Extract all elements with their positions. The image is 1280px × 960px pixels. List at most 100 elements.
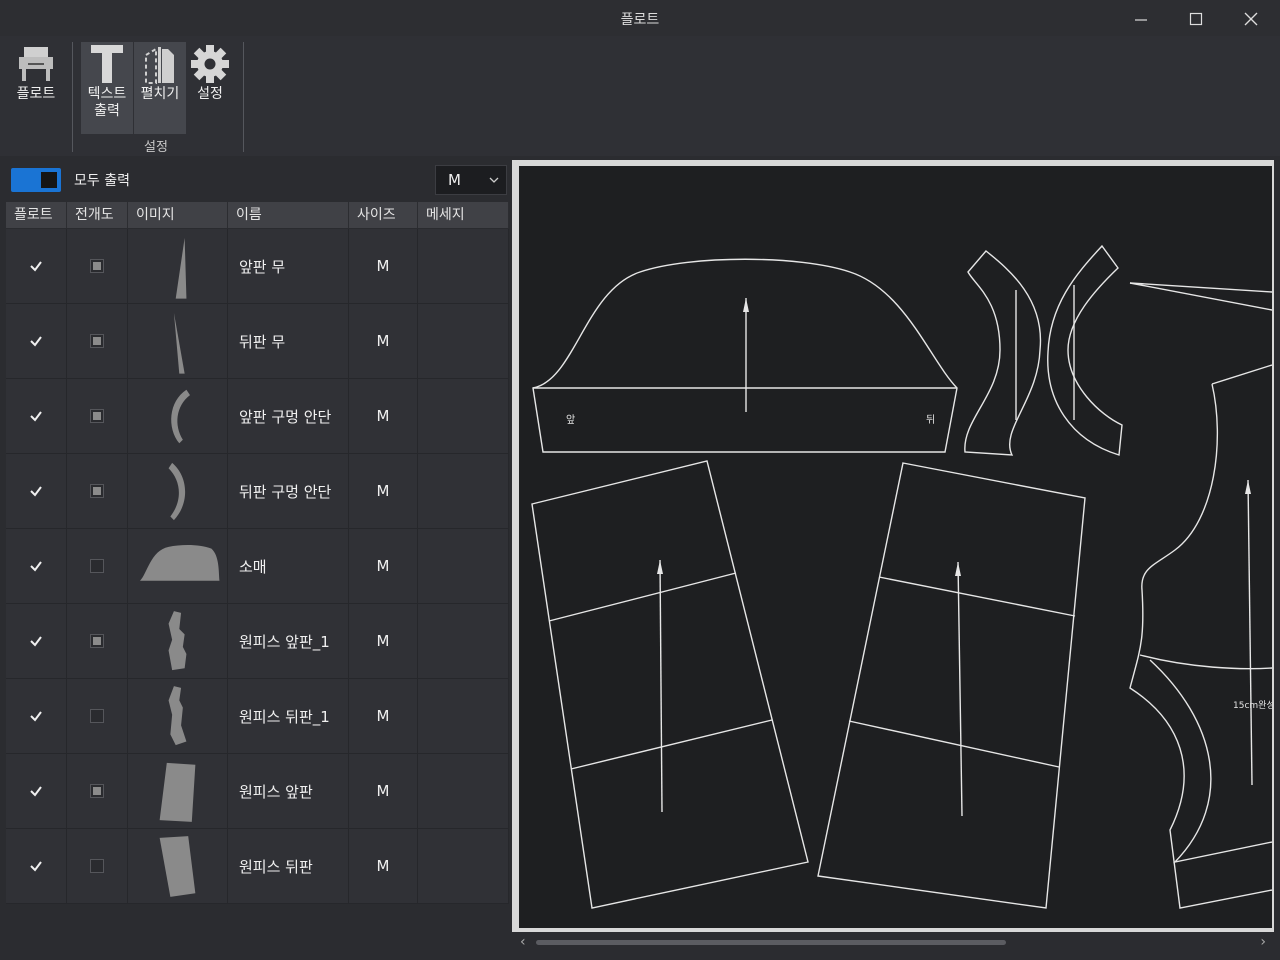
unfold-icon — [134, 42, 186, 86]
plot-checkbox[interactable] — [28, 558, 44, 574]
unfold-cell — [67, 829, 128, 903]
plot-checkbox[interactable] — [28, 633, 44, 649]
close-icon — [1244, 12, 1258, 26]
message-cell — [418, 304, 509, 378]
pattern-thumbnail — [175, 237, 187, 299]
thumbnail-cell — [128, 754, 228, 828]
header-plot[interactable]: 플로트 — [6, 202, 67, 228]
plot-checkbox[interactable] — [28, 333, 44, 349]
pattern-name: 뒤판 구멍 안단 — [228, 454, 349, 528]
plot-checkbox[interactable] — [28, 858, 44, 874]
unfold-cell — [67, 379, 128, 453]
header-name[interactable]: 이름 — [228, 202, 349, 228]
plot-cell — [6, 454, 67, 528]
table-body: 앞판 무 M 뒤판 무 M 앞판 구멍 안단 M 뒤판 구멍 안단 M 소매 M 원피스 앞판_1 M… — [6, 229, 509, 904]
minimize-button[interactable] — [1121, 6, 1161, 32]
plot-button[interactable]: 플로트 — [8, 42, 64, 126]
plot-cell — [6, 379, 67, 453]
unfold-checkbox[interactable] — [90, 634, 104, 648]
header-size[interactable]: 사이즈 — [349, 202, 418, 228]
unfold-checkbox[interactable] — [90, 334, 104, 348]
scroll-left-icon[interactable]: ‹ — [520, 934, 526, 950]
table-row[interactable]: 원피스 뒤판 M — [6, 829, 509, 904]
header-message[interactable]: 메세지 — [418, 202, 509, 228]
plot-canvas[interactable]: 앞 뒤 15cm완성 — [519, 166, 1272, 928]
measure-label: 15cm완성 — [1233, 700, 1272, 711]
plot-checkbox[interactable] — [28, 483, 44, 499]
text-icon — [81, 42, 133, 86]
minimize-icon — [1135, 19, 1147, 21]
plot-cell — [6, 229, 67, 303]
unfold-checkbox[interactable] — [90, 709, 104, 723]
unfold-checkbox[interactable] — [90, 409, 104, 423]
window-title: 플로트 — [620, 12, 660, 28]
scrollbar-thumb[interactable] — [536, 940, 1006, 945]
plotter-icon — [8, 42, 64, 86]
ribbon-toolbar: 플로트 텍스트 출력 펼치기 설정 설정 — [0, 36, 1280, 156]
unfold-checkbox[interactable] — [90, 484, 104, 498]
plot-checkbox[interactable] — [28, 258, 44, 274]
plot-checkbox[interactable] — [28, 708, 44, 724]
dress-front-piece — [531, 460, 809, 909]
table-row[interactable]: 원피스 뒤판_1 M — [6, 679, 509, 754]
table-row[interactable]: 원피스 앞판 M — [6, 754, 509, 829]
plot-cell — [6, 679, 67, 753]
print-all-toggle[interactable] — [11, 168, 61, 192]
pattern-table: 플로트 전개도 이미지 이름 사이즈 메세지 앞판 무 M 뒤판 무 M 앞판 구멍 안… — [6, 202, 509, 904]
pattern-name: 원피스 뒤판_1 — [228, 679, 349, 753]
message-cell — [418, 604, 509, 678]
unfold-checkbox[interactable] — [90, 859, 104, 873]
maximize-button[interactable] — [1176, 6, 1216, 32]
header-image[interactable]: 이미지 — [128, 202, 228, 228]
horizontal-scrollbar[interactable]: ‹ › — [512, 932, 1274, 954]
table-row[interactable]: 뒤판 구멍 안단 M — [6, 454, 509, 529]
pattern-layout: 앞 뒤 15cm완성 — [531, 244, 1272, 909]
message-cell — [418, 829, 509, 903]
pattern-size: M — [349, 829, 418, 903]
header-unfold[interactable]: 전개도 — [67, 202, 128, 228]
unfold-button-label: 펼치기 — [140, 86, 180, 102]
pattern-size: M — [349, 379, 418, 453]
unfold-cell — [67, 604, 128, 678]
unfold-checkbox[interactable] — [90, 259, 104, 273]
table-row[interactable]: 원피스 앞판_1 M — [6, 604, 509, 679]
chevron-down-icon — [488, 166, 500, 203]
front-facing-piece — [964, 250, 1042, 456]
table-row[interactable]: 앞판 구멍 안단 M — [6, 379, 509, 454]
pattern-thumbnail — [173, 312, 185, 374]
pattern-thumbnail — [168, 685, 187, 745]
plot-list-panel: 모두 출력 M 플로트 전개도 이미지 이름 사이즈 메세지 앞판 무 M 뒤판 무… — [6, 162, 509, 954]
pattern-size: M — [349, 529, 418, 603]
size-select[interactable]: M — [435, 165, 507, 195]
thumbnail-cell — [128, 529, 228, 603]
text-output-label-line2: 출력 — [94, 103, 120, 119]
title-bar: 플로트 — [0, 0, 1280, 36]
unfold-checkbox[interactable] — [90, 559, 104, 573]
pattern-thumbnail — [168, 462, 186, 520]
thumbnail-cell — [128, 604, 228, 678]
table-row[interactable]: 앞판 무M — [6, 229, 509, 304]
plot-checkbox[interactable] — [28, 783, 44, 799]
text-output-button[interactable]: 텍스트 출력 — [81, 42, 133, 134]
sleeve-front-label: 앞 — [566, 414, 575, 426]
pattern-thumbnail — [168, 610, 187, 670]
unfold-cell — [67, 754, 128, 828]
pattern-size: M — [349, 304, 418, 378]
table-row[interactable]: 뒤판 무M — [6, 304, 509, 379]
message-cell — [418, 754, 509, 828]
pattern-name: 앞판 무 — [228, 229, 349, 303]
scroll-right-icon[interactable]: › — [1260, 934, 1266, 950]
settings-button[interactable]: 설정 — [186, 42, 234, 126]
pattern-name: 뒤판 무 — [228, 304, 349, 378]
pattern-name: 원피스 앞판_1 — [228, 604, 349, 678]
close-button[interactable] — [1231, 6, 1271, 32]
pattern-name: 앞판 구멍 안단 — [228, 379, 349, 453]
plot-checkbox[interactable] — [28, 408, 44, 424]
thumbnail-cell — [128, 454, 228, 528]
message-cell — [418, 529, 509, 603]
pattern-name: 원피스 뒤판 — [228, 829, 349, 903]
unfold-cell — [67, 679, 128, 753]
unfold-button[interactable]: 펼치기 — [134, 42, 186, 134]
unfold-checkbox[interactable] — [90, 784, 104, 798]
table-row[interactable]: 소매 M — [6, 529, 509, 604]
